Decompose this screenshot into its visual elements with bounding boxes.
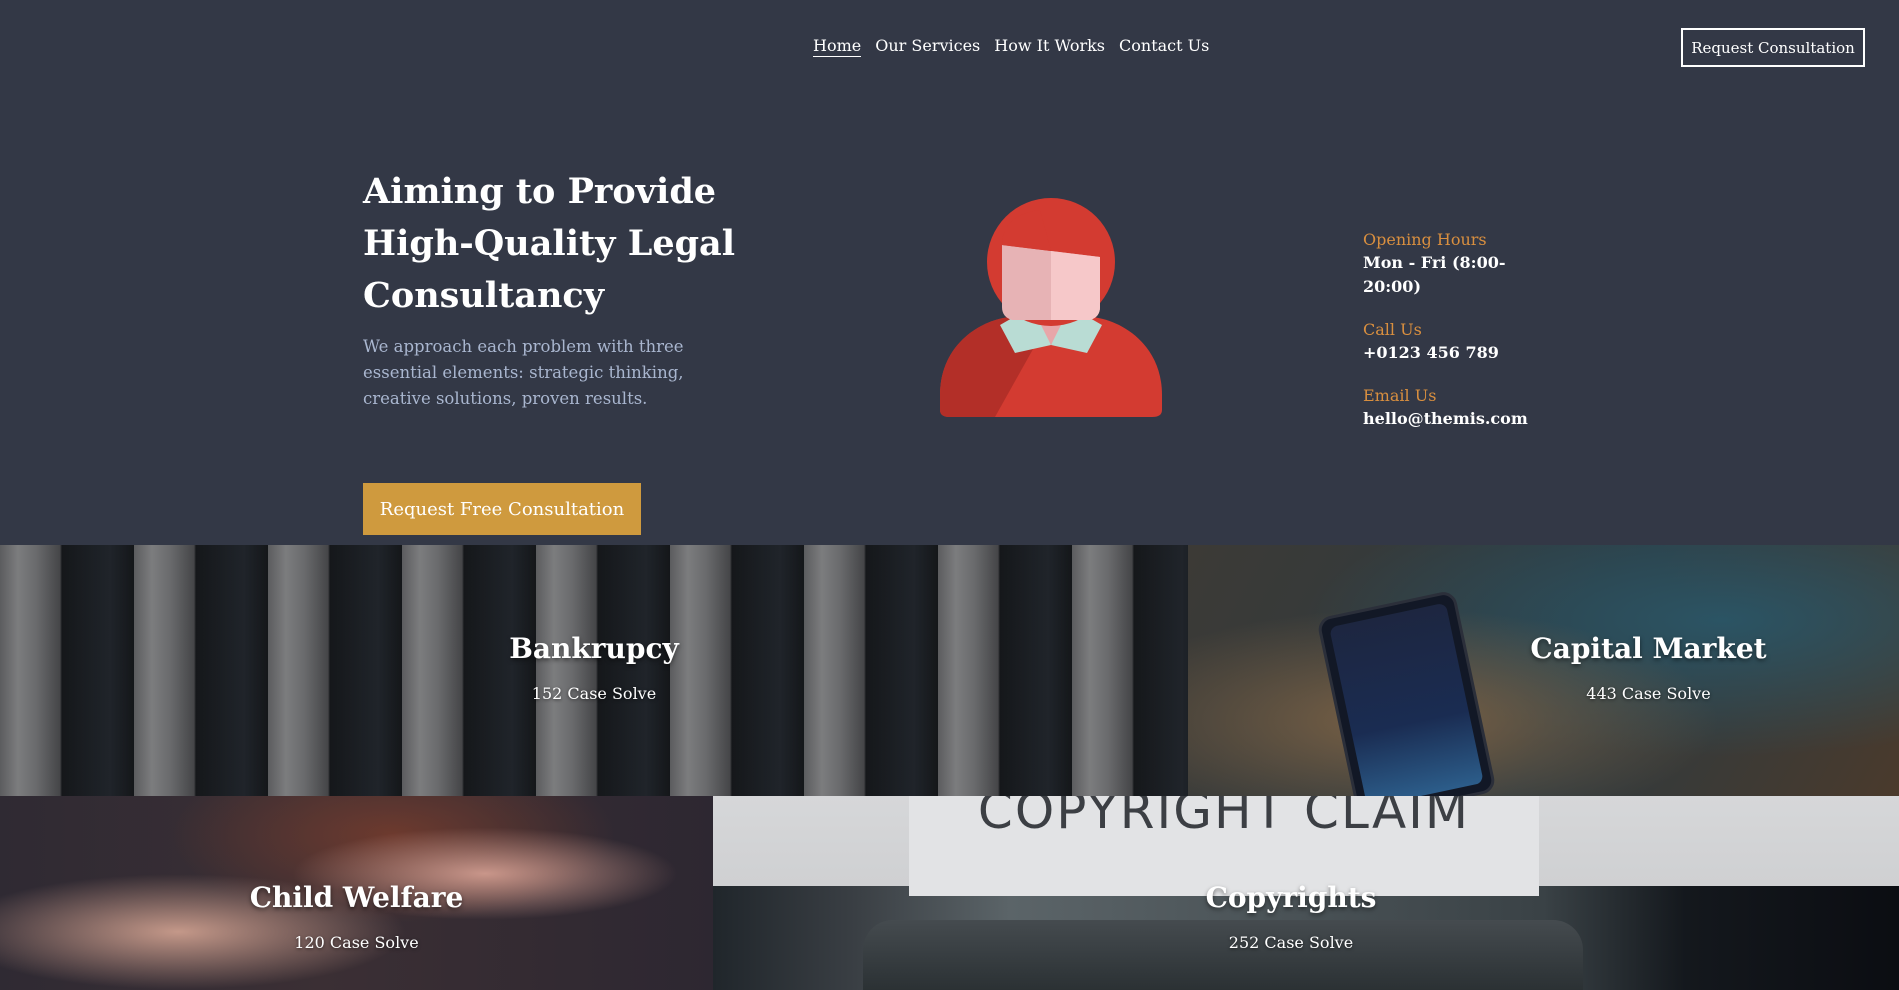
service-title: Child Welfare [249, 881, 464, 914]
call-us-label: Call Us [1363, 320, 1422, 339]
service-title: Copyrights [1205, 881, 1377, 914]
top-navigation: Home Our Services How It Works Contact U… [0, 0, 1899, 96]
service-tile-child-welfare[interactable]: Child Welfare 120 Case Solve [0, 796, 713, 990]
service-count: 152 Case Solve [531, 684, 657, 703]
trading-image [1188, 545, 1899, 796]
call-us: Call Us +0123 456 789 [1363, 319, 1593, 365]
opening-hours-label: Opening Hours [1363, 230, 1487, 249]
service-count: 252 Case Solve [1228, 933, 1354, 952]
paper-text: COPYRIGHT CLAIM [977, 796, 1471, 840]
service-tile-bankrupcy[interactable]: Bankrupcy 152 Case Solve [0, 545, 1188, 796]
request-consultation-button[interactable]: Request Consultation [1681, 28, 1865, 67]
typewriter-keys [863, 920, 1583, 990]
hero-title: Aiming to Provide High-Quality Legal Con… [363, 171, 736, 316]
service-count: 120 Case Solve [294, 933, 419, 952]
email-address[interactable]: hello@themis.com [1363, 407, 1593, 431]
columns-image [0, 545, 1188, 796]
email-us-label: Email Us [1363, 386, 1437, 405]
service-tile-copyrights[interactable]: COPYRIGHT CLAIM Copyrights 252 Case Solv… [713, 796, 1899, 990]
nav-link-contact-us[interactable]: Contact Us [1119, 36, 1209, 57]
service-title: Capital Market [1530, 632, 1767, 665]
nav-link-home[interactable]: Home [813, 36, 862, 57]
opening-hours: Opening Hours Mon - Fri (8:00-20:00) [1363, 229, 1593, 299]
email-us: Email Us hello@themis.com [1363, 385, 1593, 431]
nav-link-our-services[interactable]: Our Services [875, 36, 980, 57]
hero-subtitle: We approach each problem with three esse… [363, 337, 684, 408]
nav-links: Home Our Services How It Works Contact U… [813, 36, 1209, 57]
request-free-consultation-button[interactable]: Request Free Consultation [363, 483, 641, 535]
nav-link-how-it-works[interactable]: How It Works [994, 36, 1105, 57]
user-avatar-icon [940, 198, 1162, 417]
contact-info: Opening Hours Mon - Fri (8:00-20:00) Cal… [1363, 229, 1593, 451]
service-count: 443 Case Solve [1586, 684, 1711, 703]
service-title: Bankrupcy [509, 632, 679, 665]
phone-number[interactable]: +0123 456 789 [1363, 341, 1593, 365]
service-tile-capital-market[interactable]: Capital Market 443 Case Solve [1188, 545, 1899, 796]
opening-hours-value: Mon - Fri (8:00-20:00) [1363, 253, 1506, 296]
